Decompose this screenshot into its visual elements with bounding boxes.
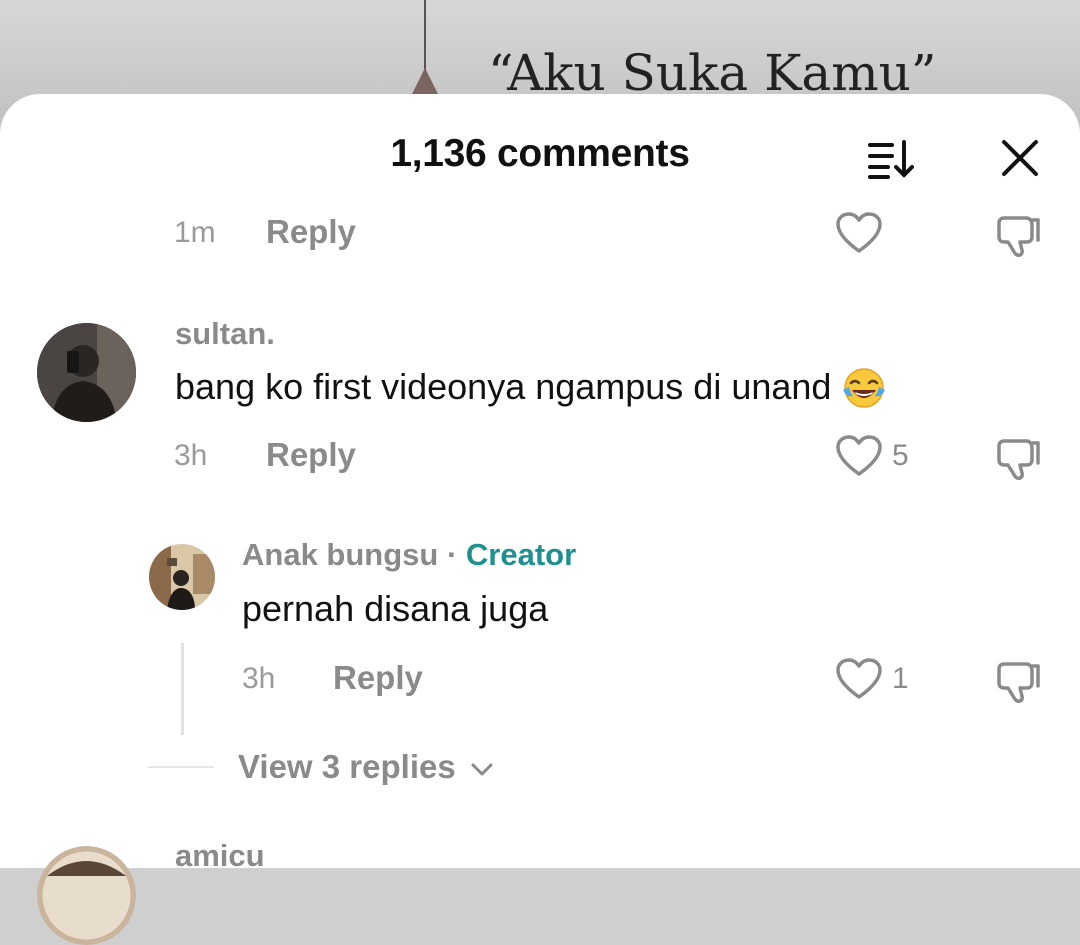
heart-icon[interactable] bbox=[836, 212, 882, 254]
reply-button[interactable]: Reply bbox=[333, 659, 423, 697]
dislike-icon[interactable] bbox=[996, 659, 1042, 705]
separator-dot: · bbox=[446, 537, 458, 572]
face-with-tears-of-joy-icon bbox=[843, 368, 886, 409]
comment-username: Anak bungsu · Creator bbox=[242, 537, 576, 573]
dislike-icon[interactable] bbox=[996, 213, 1042, 259]
comment-body: pernah disana juga bbox=[242, 588, 549, 629]
avatar[interactable] bbox=[149, 544, 215, 610]
view-replies-button[interactable]: View 3 replies bbox=[238, 748, 495, 786]
chevron-down-icon bbox=[471, 763, 493, 776]
like-count: 1 bbox=[892, 662, 909, 695]
comment-timestamp: 3h bbox=[174, 439, 208, 472]
comment-timestamp: 3h bbox=[242, 662, 276, 695]
view-replies-label: View 3 replies bbox=[238, 748, 456, 785]
comment-username[interactable]: amicu bbox=[175, 838, 265, 874]
thread-line bbox=[181, 643, 184, 735]
avatar[interactable] bbox=[37, 323, 136, 422]
sort-icon[interactable] bbox=[866, 138, 918, 180]
heart-icon[interactable] bbox=[836, 435, 882, 477]
replies-divider bbox=[148, 766, 214, 768]
creator-username[interactable]: Anak bungsu bbox=[242, 537, 438, 572]
reply-button[interactable]: Reply bbox=[266, 436, 356, 474]
close-icon[interactable] bbox=[1000, 138, 1040, 178]
avatar[interactable] bbox=[37, 846, 136, 945]
like-count: 5 bbox=[892, 439, 909, 472]
dislike-icon[interactable] bbox=[996, 436, 1042, 482]
comment-text: bang ko first videonya ngampus di unand bbox=[175, 366, 887, 412]
reply-button[interactable]: Reply bbox=[266, 213, 356, 251]
comments-count-title: 1,136 comments bbox=[390, 132, 690, 175]
comment-timestamp: 1m bbox=[174, 216, 216, 249]
comment-username[interactable]: sultan. bbox=[175, 316, 275, 352]
heart-icon[interactable] bbox=[836, 658, 882, 700]
comments-sheet bbox=[0, 94, 1080, 868]
tower-silhouette bbox=[409, 0, 441, 100]
creator-badge: Creator bbox=[465, 537, 577, 572]
comment-body: bang ko first videonya ngampus di unand bbox=[175, 366, 832, 407]
